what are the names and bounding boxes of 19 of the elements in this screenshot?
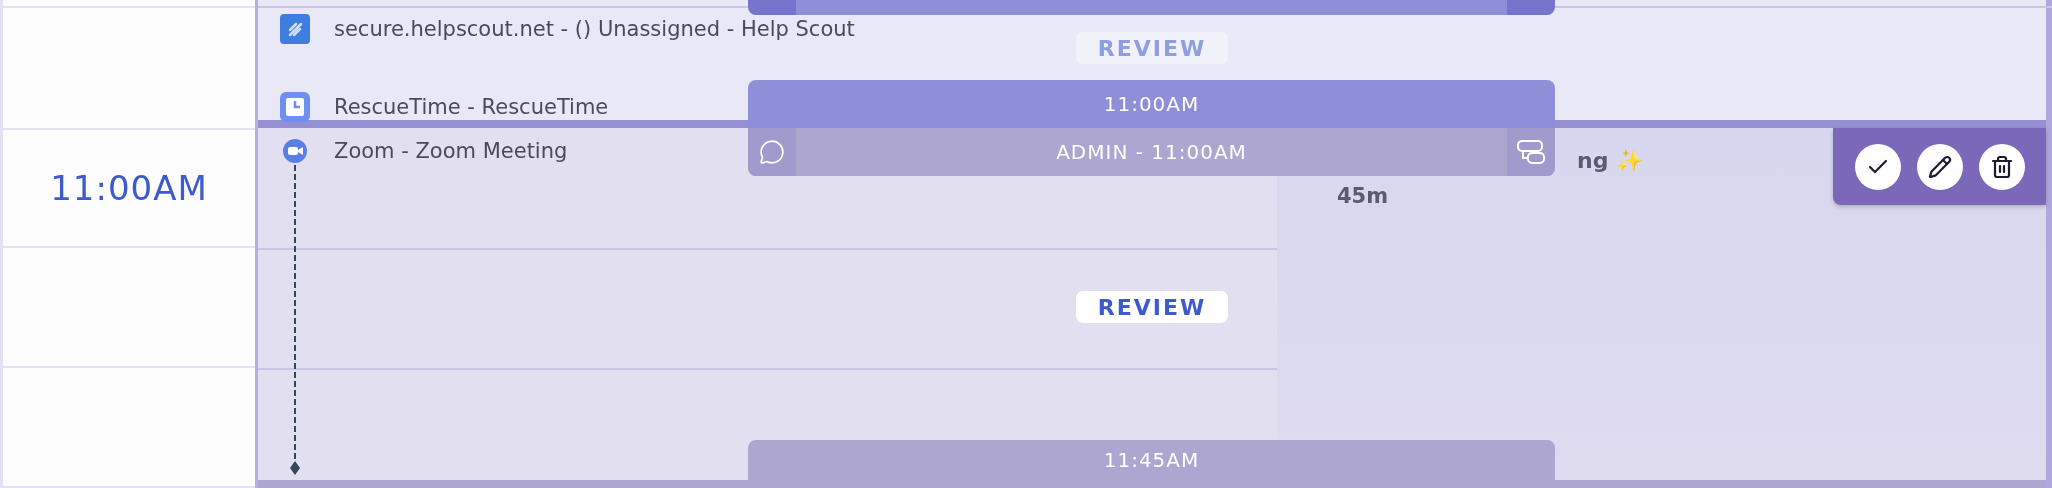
activity-title: secure.helpscout.net - () Unassigned - Help Scout (334, 17, 855, 41)
event-time[interactable]: 11:00AM (748, 80, 1555, 128)
event-card[interactable]: ADMIN - 11:00AM (748, 128, 1555, 176)
activity-title: RescueTime - RescueTime (334, 95, 609, 119)
app-icon (280, 14, 310, 44)
review-tag: REVIEW (1076, 291, 1228, 323)
video-camera-icon (280, 136, 310, 166)
clock-icon (280, 92, 310, 122)
stack-icon[interactable] (1516, 139, 1546, 165)
event-title: ADMIN - 11:00AM (1055, 140, 1248, 164)
event-time[interactable]: 11:45AM (748, 440, 1555, 480)
comment-icon[interactable] (759, 139, 785, 165)
trash-icon (1989, 154, 2014, 179)
time-label: 11:00AM (50, 168, 208, 208)
pencil-icon (1927, 154, 1952, 179)
activity-title: Zoom - Zoom Meeting (334, 139, 568, 163)
duration-label: 45m (1337, 184, 1389, 208)
event-title: ng ✨ (1577, 148, 1644, 173)
review-tag: REVIEW (1076, 32, 1228, 64)
